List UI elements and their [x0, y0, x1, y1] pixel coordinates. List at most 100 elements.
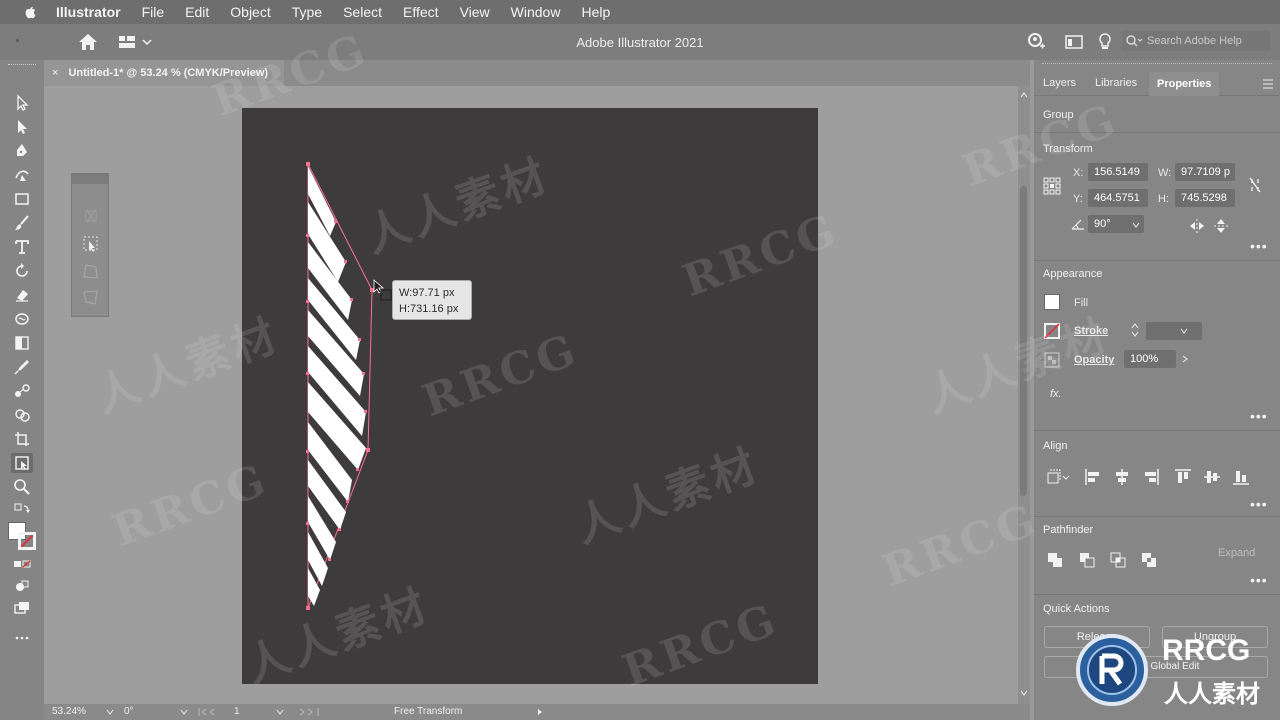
align-horizontal-center-icon[interactable] [1113, 468, 1131, 486]
direct-selection-tool[interactable] [11, 117, 33, 137]
rotation-value[interactable]: 0° [124, 706, 134, 717]
panel-arrange-icon[interactable] [1064, 32, 1084, 52]
opacity-arrow-icon[interactable] [1182, 355, 1188, 363]
artboard-tool[interactable] [11, 429, 33, 449]
tab-layers[interactable]: Layers [1043, 77, 1076, 89]
toolbar-grip[interactable] [8, 64, 36, 66]
h-input[interactable]: 745.5298 [1175, 189, 1235, 207]
constrain-proportions-icon[interactable] [1246, 176, 1264, 194]
free-transform-tool[interactable] [11, 453, 33, 473]
color-mode-buttons[interactable] [11, 554, 33, 574]
vertical-scrollbar[interactable] [1018, 86, 1030, 704]
expand-button[interactable]: Expand [1218, 547, 1255, 559]
panel-grip[interactable] [1042, 63, 1272, 65]
opacity-label[interactable]: Opacity [1074, 354, 1114, 366]
align-top-icon[interactable] [1174, 468, 1192, 486]
rotate-tool[interactable] [11, 261, 33, 281]
menu-view[interactable]: View [460, 4, 490, 20]
align-bottom-icon[interactable] [1232, 468, 1250, 486]
workspace-switcher-icon[interactable] [118, 34, 152, 50]
stroke-color-swatch[interactable] [1044, 323, 1060, 339]
draw-mode-button[interactable] [11, 576, 33, 596]
menu-illustrator[interactable]: Illustrator [56, 4, 121, 20]
transform-more-options[interactable]: ••• [1250, 238, 1268, 254]
flip-vertical-icon[interactable] [1212, 217, 1230, 235]
artboard-number[interactable]: 1 [234, 706, 240, 717]
appearance-more-options[interactable]: ••• [1250, 408, 1268, 424]
artboard-prev-icons[interactable] [198, 708, 232, 716]
blend-tool[interactable] [11, 381, 33, 401]
pathfinder-minus-front-icon[interactable] [1078, 551, 1096, 569]
selected-artwork[interactable] [290, 150, 390, 620]
align-vertical-center-icon[interactable] [1203, 468, 1221, 486]
lightbulb-icon[interactable] [1095, 32, 1115, 52]
rotate-dropdown-icon[interactable] [1132, 222, 1140, 228]
pathfinder-unite-icon[interactable] [1046, 551, 1064, 569]
share-user-icon[interactable] [1026, 32, 1046, 52]
close-tab-icon[interactable]: × [52, 67, 58, 79]
zoom-level[interactable]: 53.24% [52, 706, 86, 717]
pathfinder-more-options[interactable]: ••• [1250, 572, 1268, 588]
status-menu-icon[interactable] [536, 708, 544, 716]
stroke-weight-dropdown-icon[interactable] [1180, 328, 1188, 334]
menu-help[interactable]: Help [581, 4, 610, 20]
menu-type[interactable]: Type [292, 4, 322, 20]
opacity-input[interactable]: 100% [1124, 350, 1176, 368]
align-more-options[interactable]: ••• [1250, 496, 1268, 512]
scroll-down-icon[interactable] [1020, 690, 1028, 696]
x-input[interactable]: 156.5149 [1088, 163, 1148, 181]
menu-effect[interactable]: Effect [403, 4, 439, 20]
widget-header[interactable] [72, 174, 108, 184]
pathfinder-exclude-icon[interactable] [1140, 551, 1158, 569]
reference-point-icon[interactable] [1043, 177, 1061, 195]
free-distort-icon[interactable] [81, 288, 101, 308]
eraser-tool[interactable] [11, 285, 33, 305]
flip-horizontal-icon[interactable] [1188, 217, 1206, 235]
w-input[interactable]: 97.7109 p [1175, 163, 1235, 181]
stroke-swatch[interactable] [18, 532, 36, 550]
align-left-icon[interactable] [1084, 468, 1102, 486]
scrollbar-thumb[interactable] [1020, 186, 1027, 496]
default-colors-swap[interactable] [11, 501, 33, 521]
tab-properties[interactable]: Properties [1149, 72, 1220, 96]
tab-libraries[interactable]: Libraries [1095, 77, 1137, 89]
menu-file[interactable]: File [142, 4, 165, 20]
free-transform-mode-icon[interactable] [81, 234, 101, 254]
curvature-tool[interactable] [11, 165, 33, 185]
home-icon[interactable] [78, 33, 98, 51]
zoom-tool[interactable] [11, 477, 33, 497]
menu-edit[interactable]: Edit [185, 4, 209, 20]
menu-object[interactable]: Object [230, 4, 270, 20]
paintbrush-tool[interactable] [11, 213, 33, 233]
fill-stroke-swatches[interactable] [8, 522, 38, 552]
warp-tool[interactable] [11, 309, 33, 329]
gradient-tool[interactable] [11, 333, 33, 353]
pathfinder-intersect-icon[interactable] [1109, 551, 1127, 569]
stroke-label[interactable]: Stroke [1074, 325, 1108, 337]
shape-builder-tool[interactable] [11, 405, 33, 425]
perspective-distort-icon[interactable] [81, 262, 101, 282]
rectangle-tool[interactable] [11, 189, 33, 209]
scroll-up-icon[interactable] [1020, 92, 1028, 98]
stroke-weight-stepper-icon[interactable] [1130, 322, 1140, 338]
align-to-selection-icon[interactable] [1046, 468, 1072, 486]
search-help-input[interactable]: Search Adobe Help [1122, 31, 1270, 51]
pen-tool[interactable] [11, 141, 33, 161]
artboard-next-icons[interactable] [298, 708, 326, 716]
fx-button[interactable]: fx. [1050, 388, 1062, 400]
align-right-icon[interactable] [1142, 468, 1160, 486]
menu-window[interactable]: Window [511, 4, 561, 20]
constrain-icon[interactable] [81, 206, 101, 226]
eyedropper-tool[interactable] [11, 357, 33, 377]
zoom-dropdown-icon[interactable] [106, 709, 114, 715]
selection-tool[interactable] [11, 93, 33, 113]
panel-menu-icon[interactable] [1262, 79, 1274, 89]
edit-toolbar-button[interactable] [11, 628, 33, 648]
artboard-dropdown-icon[interactable] [276, 709, 284, 715]
stroke-weight-input[interactable] [1146, 322, 1202, 340]
screen-mode-button[interactable] [11, 598, 33, 618]
y-input[interactable]: 464.5751 [1088, 189, 1148, 207]
type-tool[interactable] [11, 237, 33, 257]
rotation-dropdown-icon[interactable] [180, 709, 188, 715]
fill-color-swatch[interactable] [1044, 294, 1060, 310]
